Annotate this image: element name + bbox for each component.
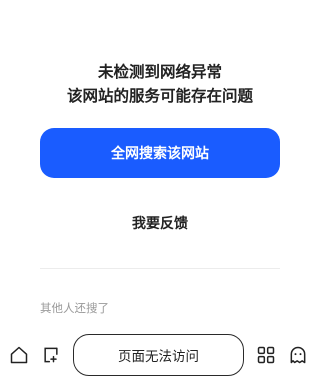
page-status-pill[interactable]: 页面无法访问 — [73, 334, 244, 376]
bottom-toolbar: 页面无法访问 — [0, 330, 320, 380]
others-searched-label: 其他人还搜了 — [40, 301, 109, 315]
home-icon[interactable] — [8, 344, 30, 366]
apps-grid-icon[interactable] — [255, 344, 277, 366]
search-site-button[interactable]: 全网搜索该网站 — [40, 128, 280, 178]
ghost-icon[interactable] — [287, 344, 309, 366]
error-message-line-1: 未检测到网络异常 — [97, 63, 222, 81]
divider — [40, 268, 280, 269]
error-message: 未检测到网络异常 该网站的服务可能存在问题 — [0, 60, 320, 108]
error-message-line-2: 该网站的服务可能存在问题 — [66, 87, 253, 105]
tab-switch-icon[interactable] — [40, 344, 62, 366]
feedback-link[interactable]: 我要反馈 — [0, 213, 320, 233]
